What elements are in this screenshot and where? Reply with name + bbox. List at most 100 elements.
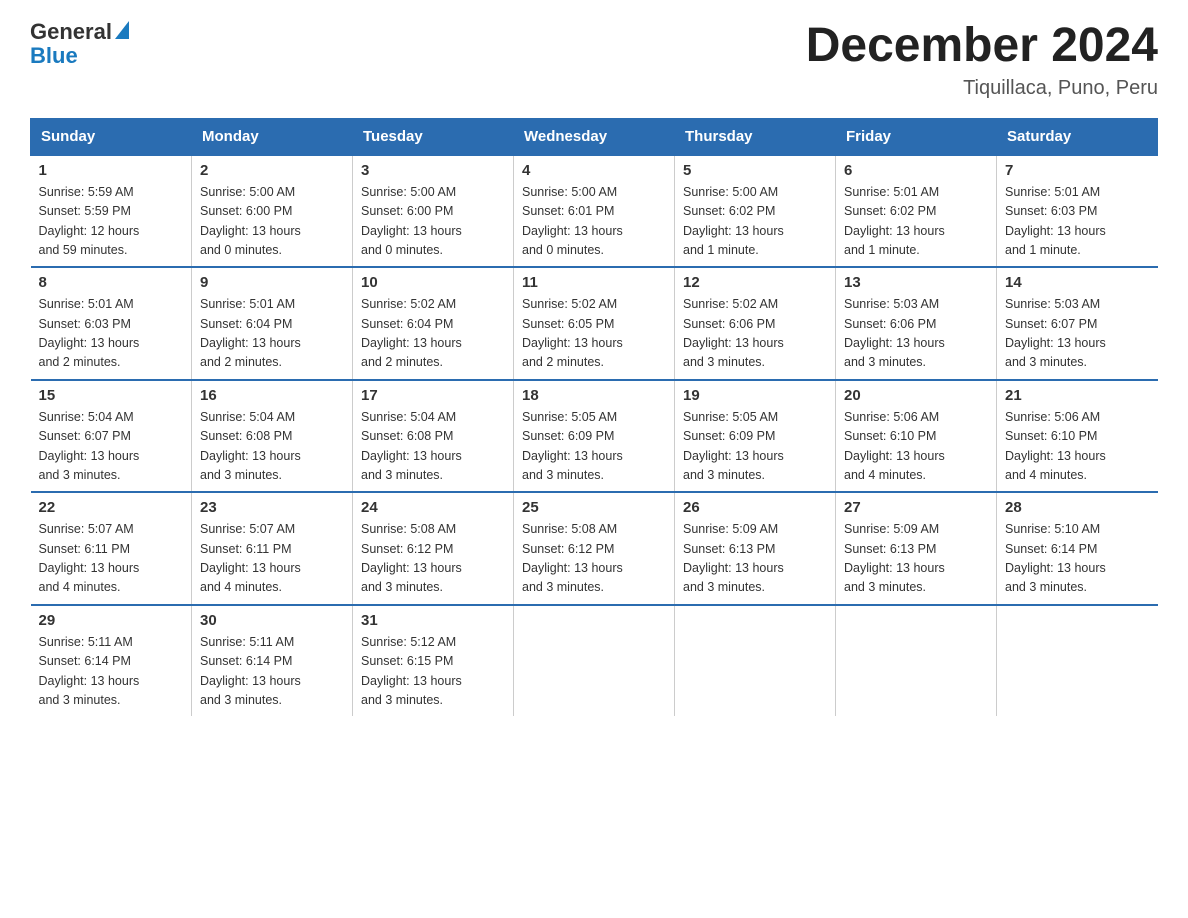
day-info: Sunrise: 5:01 AMSunset: 6:03 PMDaylight:…	[1005, 183, 1150, 261]
day-info: Sunrise: 5:07 AMSunset: 6:11 PMDaylight:…	[39, 520, 184, 598]
calendar-cell: 2Sunrise: 5:00 AMSunset: 6:00 PMDaylight…	[192, 155, 353, 268]
calendar-cell: 10 Sunrise: 5:02 AMSunset: 6:04 PMDayligh…	[353, 267, 514, 380]
day-number: 28	[1005, 499, 1150, 516]
calendar-cell: 12 Sunrise: 5:02 AMSunset: 6:06 PMDayligh…	[675, 267, 836, 380]
day-info: Sunrise: 5:06 AMSunset: 6:10 PMDaylight:…	[1005, 408, 1150, 486]
calendar-week-row: 15 Sunrise: 5:04 AMSunset: 6:07 PMDayligh…	[31, 380, 1158, 493]
day-info: Sunrise: 5:08 AMSunset: 6:12 PMDaylight:…	[361, 520, 505, 598]
logo-triangle-icon	[115, 21, 129, 39]
day-number: 30	[200, 612, 344, 629]
day-info: Sunrise: 5:00 AMSunset: 6:01 PMDaylight:…	[522, 183, 666, 261]
day-info: Sunrise: 5:03 AMSunset: 6:07 PMDaylight:…	[1005, 295, 1150, 373]
day-info: Sunrise: 5:05 AMSunset: 6:09 PMDaylight:…	[522, 408, 666, 486]
day-info: Sunrise: 5:11 AMSunset: 6:14 PMDaylight:…	[200, 633, 344, 711]
day-number: 31	[361, 612, 505, 629]
calendar-cell: 15 Sunrise: 5:04 AMSunset: 6:07 PMDayligh…	[31, 380, 192, 493]
day-number: 9	[200, 274, 344, 291]
logo-text-blue: Blue	[30, 43, 78, 68]
calendar-cell: 6 Sunrise: 5:01 AMSunset: 6:02 PMDaylight…	[836, 155, 997, 268]
calendar-cell: 26Sunrise: 5:09 AMSunset: 6:13 PMDayligh…	[675, 492, 836, 605]
day-number: 12	[683, 274, 827, 291]
day-number: 13	[844, 274, 988, 291]
day-number: 23	[200, 499, 344, 516]
calendar-cell: 25Sunrise: 5:08 AMSunset: 6:12 PMDayligh…	[514, 492, 675, 605]
day-info: Sunrise: 5:01 AMSunset: 6:02 PMDaylight:…	[844, 183, 988, 261]
day-number: 8	[39, 274, 184, 291]
calendar-week-row: 29 Sunrise: 5:11 AMSunset: 6:14 PMDayligh…	[31, 605, 1158, 717]
day-number: 25	[522, 499, 666, 516]
calendar-cell: 14Sunrise: 5:03 AMSunset: 6:07 PMDayligh…	[997, 267, 1158, 380]
calendar-cell: 11Sunrise: 5:02 AMSunset: 6:05 PMDayligh…	[514, 267, 675, 380]
calendar-cell: 23 Sunrise: 5:07 AMSunset: 6:11 PMDayligh…	[192, 492, 353, 605]
calendar-cell: 19 Sunrise: 5:05 AMSunset: 6:09 PMDayligh…	[675, 380, 836, 493]
day-info: Sunrise: 5:03 AMSunset: 6:06 PMDaylight:…	[844, 295, 988, 373]
day-number: 16	[200, 387, 344, 404]
calendar-cell: 24 Sunrise: 5:08 AMSunset: 6:12 PMDayligh…	[353, 492, 514, 605]
day-info: Sunrise: 5:04 AMSunset: 6:08 PMDaylight:…	[361, 408, 505, 486]
page-subtitle: Tiquillaca, Puno, Peru	[806, 77, 1158, 100]
calendar-cell: 13 Sunrise: 5:03 AMSunset: 6:06 PMDayligh…	[836, 267, 997, 380]
logo: General Blue	[30, 20, 129, 68]
page-header: General Blue December 2024 Tiquillaca, P…	[30, 20, 1158, 100]
day-number: 26	[683, 499, 827, 516]
calendar-cell: 4 Sunrise: 5:00 AMSunset: 6:01 PMDaylight…	[514, 155, 675, 268]
day-info: Sunrise: 5:07 AMSunset: 6:11 PMDaylight:…	[200, 520, 344, 598]
day-info: Sunrise: 5:02 AMSunset: 6:06 PMDaylight:…	[683, 295, 827, 373]
day-info: Sunrise: 5:01 AMSunset: 6:04 PMDaylight:…	[200, 295, 344, 373]
day-number: 20	[844, 387, 988, 404]
calendar-cell	[675, 605, 836, 717]
day-info: Sunrise: 5:59 AMSunset: 5:59 PMDaylight:…	[39, 183, 184, 261]
day-info: Sunrise: 5:05 AMSunset: 6:09 PMDaylight:…	[683, 408, 827, 486]
day-number: 3	[361, 162, 505, 179]
day-number: 29	[39, 612, 184, 629]
calendar-cell: 28 Sunrise: 5:10 AMSunset: 6:14 PMDayligh…	[997, 492, 1158, 605]
day-number: 10	[361, 274, 505, 291]
calendar-cell: 27Sunrise: 5:09 AMSunset: 6:13 PMDayligh…	[836, 492, 997, 605]
day-number: 19	[683, 387, 827, 404]
header-cell-saturday: Saturday	[997, 118, 1158, 155]
day-info: Sunrise: 5:01 AMSunset: 6:03 PMDaylight:…	[39, 295, 184, 373]
day-number: 22	[39, 499, 184, 516]
calendar-cell: 21 Sunrise: 5:06 AMSunset: 6:10 PMDayligh…	[997, 380, 1158, 493]
day-info: Sunrise: 5:12 AMSunset: 6:15 PMDaylight:…	[361, 633, 505, 711]
calendar-cell: 5Sunrise: 5:00 AMSunset: 6:02 PMDaylight…	[675, 155, 836, 268]
calendar-cell: 29 Sunrise: 5:11 AMSunset: 6:14 PMDayligh…	[31, 605, 192, 717]
header-cell-thursday: Thursday	[675, 118, 836, 155]
day-info: Sunrise: 5:10 AMSunset: 6:14 PMDaylight:…	[1005, 520, 1150, 598]
day-info: Sunrise: 5:04 AMSunset: 6:08 PMDaylight:…	[200, 408, 344, 486]
calendar-week-row: 1 Sunrise: 5:59 AMSunset: 5:59 PMDaylight…	[31, 155, 1158, 268]
day-number: 15	[39, 387, 184, 404]
day-number: 21	[1005, 387, 1150, 404]
day-number: 18	[522, 387, 666, 404]
day-number: 6	[844, 162, 988, 179]
header-cell-sunday: Sunday	[31, 118, 192, 155]
day-number: 24	[361, 499, 505, 516]
header-cell-tuesday: Tuesday	[353, 118, 514, 155]
calendar-cell: 1 Sunrise: 5:59 AMSunset: 5:59 PMDaylight…	[31, 155, 192, 268]
day-info: Sunrise: 5:00 AMSunset: 6:00 PMDaylight:…	[361, 183, 505, 261]
header-cell-monday: Monday	[192, 118, 353, 155]
calendar-cell: 30 Sunrise: 5:11 AMSunset: 6:14 PMDayligh…	[192, 605, 353, 717]
calendar-week-row: 22 Sunrise: 5:07 AMSunset: 6:11 PMDayligh…	[31, 492, 1158, 605]
day-number: 4	[522, 162, 666, 179]
calendar-cell: 17 Sunrise: 5:04 AMSunset: 6:08 PMDayligh…	[353, 380, 514, 493]
calendar-cell	[836, 605, 997, 717]
day-info: Sunrise: 5:00 AMSunset: 6:02 PMDaylight:…	[683, 183, 827, 261]
day-info: Sunrise: 5:02 AMSunset: 6:04 PMDaylight:…	[361, 295, 505, 373]
calendar-week-row: 8 Sunrise: 5:01 AMSunset: 6:03 PMDaylight…	[31, 267, 1158, 380]
calendar-cell: 22 Sunrise: 5:07 AMSunset: 6:11 PMDayligh…	[31, 492, 192, 605]
day-info: Sunrise: 5:11 AMSunset: 6:14 PMDaylight:…	[39, 633, 184, 711]
logo-text-general: General	[30, 20, 112, 44]
day-number: 2	[200, 162, 344, 179]
day-number: 11	[522, 274, 666, 291]
day-info: Sunrise: 5:04 AMSunset: 6:07 PMDaylight:…	[39, 408, 184, 486]
day-number: 7	[1005, 162, 1150, 179]
day-number: 1	[39, 162, 184, 179]
calendar-cell: 18 Sunrise: 5:05 AMSunset: 6:09 PMDayligh…	[514, 380, 675, 493]
day-number: 27	[844, 499, 988, 516]
calendar-cell: 8 Sunrise: 5:01 AMSunset: 6:03 PMDaylight…	[31, 267, 192, 380]
calendar-cell: 16 Sunrise: 5:04 AMSunset: 6:08 PMDayligh…	[192, 380, 353, 493]
calendar-cell: 31 Sunrise: 5:12 AMSunset: 6:15 PMDayligh…	[353, 605, 514, 717]
day-number: 17	[361, 387, 505, 404]
calendar-cell	[997, 605, 1158, 717]
